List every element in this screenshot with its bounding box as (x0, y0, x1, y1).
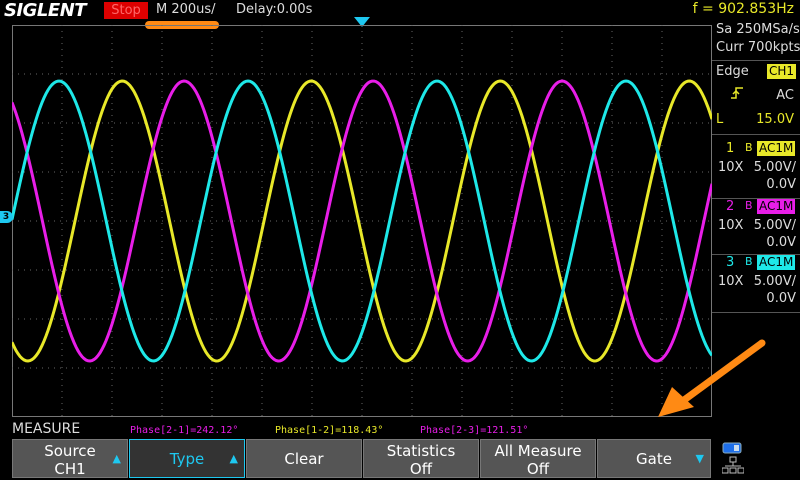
brand-logo: SIGLENT (4, 0, 87, 21)
waveform-display (12, 25, 712, 417)
ch2-coupling: AC1M (757, 199, 796, 214)
ch1-bw-limit: B (745, 141, 753, 154)
measure-phase-1-2: Phase[1-2]=118.43° (275, 425, 384, 436)
ch3-probe: 10X (718, 274, 744, 289)
down-arrow-icon: ▼ (695, 452, 704, 465)
trigger-level: 15.0V (756, 112, 794, 127)
source-button[interactable]: Source CH1 ▲ (12, 439, 128, 478)
top-status-bar: SIGLENT Stop M 200us/ Delay:0.00s f = 90… (0, 0, 800, 22)
ch3-info[interactable]: 3 B AC1M 10X 5.00V/ 0.0V (712, 254, 800, 310)
up-arrow-icon: ▲ (229, 452, 238, 465)
ch1-number: 1 (726, 141, 735, 156)
annotation-arrow-icon (658, 339, 766, 417)
ch1-info[interactable]: 1 B AC1M 10X 5.00V/ 0.0V (712, 140, 800, 196)
ch1-scale: 5.00V/ (753, 160, 796, 175)
source-value: CH1 (54, 460, 86, 478)
ch2-number: 2 (726, 199, 735, 214)
ch2-offset: 0.0V (766, 235, 796, 250)
clear-label: Clear (284, 450, 324, 468)
delay-readout: Delay:0.00s (236, 2, 313, 17)
rising-edge-icon (731, 87, 743, 99)
frequency-readout: f = 902.853Hz (692, 1, 794, 17)
all-measure-label: All Measure (494, 442, 582, 460)
trigger-source: CH1 (766, 64, 796, 79)
gate-button[interactable]: Gate ▼ (597, 439, 711, 478)
all-measure-value: Off (526, 460, 550, 478)
ch1-coupling: AC1M (757, 141, 796, 156)
ch3-coupling: AC1M (757, 255, 796, 270)
ch2-scale: 5.00V/ (753, 218, 796, 233)
gate-label: Gate (636, 450, 672, 468)
memory-depth: Curr 700kpts (716, 40, 800, 55)
divider (712, 312, 800, 313)
run-status-badge[interactable]: Stop (104, 2, 148, 19)
ch1-probe: 10X (718, 160, 744, 175)
timebase-readout: M 200us/ (156, 2, 216, 17)
source-label: Source (44, 442, 96, 460)
ch1-offset: 0.0V (766, 177, 796, 192)
up-arrow-icon: ▲ (112, 452, 121, 465)
all-measure-button[interactable]: All Measure Off (480, 439, 596, 478)
statistics-label: Statistics (386, 442, 456, 460)
ch3-number: 3 (726, 255, 735, 270)
trigger-type: Edge (716, 64, 749, 79)
trigger-level-label: L (716, 112, 724, 127)
ch3-bw-limit: B (745, 255, 753, 268)
type-button[interactable]: Type ▲ (129, 439, 245, 478)
ch2-bw-limit: B (745, 199, 753, 212)
ch3-scale: 5.00V/ (753, 274, 796, 289)
type-label: Type (169, 450, 205, 468)
measure-phase-2-1: Phase[2-1]=242.12° (130, 425, 239, 436)
divider (712, 60, 800, 61)
divider (712, 134, 800, 135)
trigger-coupling: AC (776, 88, 794, 103)
network-icon (722, 442, 744, 474)
measure-menu-title: MEASURE (12, 421, 81, 437)
ch2-info[interactable]: 2 B AC1M 10X 5.00V/ 0.0V (712, 198, 800, 254)
statistics-button[interactable]: Statistics Off (363, 439, 479, 478)
ch2-probe: 10X (718, 218, 744, 233)
statistics-value: Off (409, 460, 433, 478)
ch3-offset: 0.0V (766, 291, 796, 306)
sample-rate: Sa 250MSa/s (716, 22, 800, 37)
clear-button[interactable]: Clear (246, 439, 362, 478)
measure-phase-2-3: Phase[2-3]=121.51° (420, 425, 529, 436)
